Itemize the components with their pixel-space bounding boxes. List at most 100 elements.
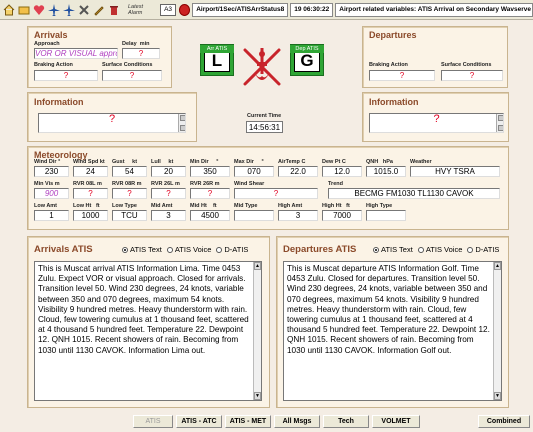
- arr-atis-text-radio[interactable]: ATIS Text: [122, 245, 162, 254]
- delay-label-text: Delay: [122, 41, 137, 47]
- low-type-field[interactable]: TCU: [112, 210, 147, 221]
- dep-atis-text-label: ATIS Text: [381, 245, 413, 254]
- atis-button[interactable]: ATIS: [133, 415, 173, 428]
- low-amt-field[interactable]: 1: [34, 210, 69, 221]
- dep-braking-field[interactable]: ?: [369, 70, 435, 81]
- wind-shear-field[interactable]: ?: [234, 188, 318, 199]
- wind-shear-label: Wind Shear: [234, 181, 265, 187]
- lull-field[interactable]: 20: [151, 166, 186, 177]
- max-dir-field[interactable]: 070: [234, 166, 274, 177]
- arrivals-atis-panel: Arrivals ATIS ATIS Text ATIS Voice D-ATI…: [27, 236, 270, 408]
- info-left-field[interactable]: ?: [38, 113, 186, 133]
- plane-icon[interactable]: [48, 3, 60, 16]
- rvr-26r-label-text: RVR 26R: [190, 181, 214, 187]
- mid-ht-field[interactable]: 4500: [190, 210, 230, 221]
- scroll-up-icon[interactable]: ▲: [254, 262, 261, 270]
- departures-panel: Departures Braking Action Surface Condit…: [362, 26, 508, 88]
- gust-unit: kt: [132, 159, 138, 165]
- air-temp-field[interactable]: 22.0: [278, 166, 318, 177]
- low-amt-label: Low Amt: [34, 203, 58, 209]
- high-type-field[interactable]: [366, 210, 406, 221]
- info-left-scrollbar[interactable]: [178, 114, 185, 132]
- approach-label: Approach: [34, 41, 60, 47]
- gust-field[interactable]: 54: [112, 166, 147, 177]
- arrivals-atis-textbox[interactable]: This is Muscat arrival ATIS Information …: [34, 261, 262, 401]
- arr-datis-radio[interactable]: D-ATIS: [216, 245, 248, 254]
- dep-datis-radio[interactable]: D-ATIS: [467, 245, 499, 254]
- scroll-up-icon[interactable]: ▲: [494, 262, 501, 270]
- arr-atis-mode-group: ATIS Text ATIS Voice D-ATIS: [122, 245, 253, 254]
- departures-atis-text: This is Muscat departure ATIS Informatio…: [287, 264, 490, 355]
- info-right-field[interactable]: ?: [369, 113, 504, 133]
- wind-dir-label-text: Wind Dir: [34, 159, 57, 165]
- current-time-value: 14:56:31: [246, 121, 283, 133]
- trend-field[interactable]: BECMG FM1030 TL1130 CAVOK: [328, 188, 500, 199]
- rvr-08r-field[interactable]: ?: [112, 188, 147, 199]
- folder-icon[interactable]: [18, 4, 30, 16]
- rvr-26l-field[interactable]: ?: [151, 188, 186, 199]
- dew-pt-field[interactable]: 12.0: [322, 166, 362, 177]
- wind-dir-label: Wind Dir °: [34, 159, 60, 165]
- high-amt-field[interactable]: 3: [278, 210, 318, 221]
- all-msgs-button[interactable]: All Msgs: [274, 415, 320, 428]
- dep-atis-label: Dep ATIS: [290, 45, 324, 53]
- rvr-08l-field[interactable]: ?: [73, 188, 108, 199]
- gust-label: Gust kt: [112, 159, 137, 165]
- high-ht-field[interactable]: 7000: [322, 210, 362, 221]
- max-dir-label-text: Max Dir: [234, 159, 254, 165]
- wind-dir-field[interactable]: 230: [34, 166, 69, 177]
- departures-atis-title: Departures ATIS: [283, 244, 357, 255]
- wind-spd-field[interactable]: 24: [73, 166, 108, 177]
- dep-atis-voice-radio[interactable]: ATIS Voice: [417, 245, 462, 254]
- scroll-down-icon[interactable]: ▼: [254, 392, 261, 400]
- pencil-icon[interactable]: [93, 4, 105, 16]
- arr-atis-voice-radio[interactable]: ATIS Voice: [166, 245, 211, 254]
- rvr-26r-field[interactable]: ?: [190, 188, 230, 199]
- home-icon[interactable]: [3, 3, 15, 16]
- dew-pt-label-text: Dew Pt: [322, 159, 341, 165]
- wind-spd-label-text: Wind Spd: [73, 159, 99, 165]
- scroll-down-icon[interactable]: ▼: [494, 392, 501, 400]
- min-dir-field[interactable]: 350: [190, 166, 230, 177]
- qnh-field[interactable]: 1015.0: [366, 166, 406, 177]
- info-right-value: ?: [433, 113, 440, 125]
- arrivals-title: Arrivals: [34, 30, 68, 40]
- arr-atis-label: Arr ATIS: [200, 45, 234, 53]
- dep-surface-field[interactable]: ?: [441, 70, 503, 81]
- surface-field[interactable]: ?: [102, 70, 162, 81]
- delay-field[interactable]: ?: [122, 48, 160, 59]
- combined-button[interactable]: Combined: [478, 415, 530, 428]
- atis-atc-button[interactable]: ATIS - ATC: [176, 415, 222, 428]
- plane-icon[interactable]: [63, 3, 75, 16]
- qnh-label: QNH hPa: [366, 159, 393, 165]
- dep-atis-text-radio[interactable]: ATIS Text: [373, 245, 413, 254]
- min-vis-field[interactable]: 900: [34, 188, 69, 199]
- arrivals-atis-text: This is Muscat arrival ATIS Information …: [38, 264, 249, 355]
- braking-field[interactable]: ?: [34, 70, 98, 81]
- mid-amt-field[interactable]: 3: [151, 210, 186, 221]
- weather-field[interactable]: HVY TSRA: [410, 166, 500, 177]
- latest-alarm-value[interactable]: A3: [160, 3, 177, 16]
- tech-button[interactable]: Tech: [323, 415, 369, 428]
- arrivals-atis-scrollbar[interactable]: ▲ ▼: [253, 262, 261, 400]
- low-ht-field[interactable]: 1000: [73, 210, 108, 221]
- wind-spd-unit: kt: [99, 159, 105, 165]
- volmet-button[interactable]: VOLMET: [372, 415, 420, 428]
- departures-atis-textbox[interactable]: This is Muscat departure ATIS Informatio…: [283, 261, 502, 401]
- low-ht-label: Low Ht ft: [73, 203, 100, 209]
- departures-atis-scrollbar[interactable]: ▲ ▼: [493, 262, 501, 400]
- mid-ht-label-text: Mid Ht: [190, 203, 207, 209]
- departures-atis-panel: Departures ATIS ATIS Text ATIS Voice D-A…: [276, 236, 509, 408]
- departures-title: Departures: [369, 30, 417, 40]
- atis-met-button[interactable]: ATIS - MET: [225, 415, 271, 428]
- trash-icon[interactable]: [108, 4, 120, 16]
- info-right-scrollbar[interactable]: [496, 114, 503, 132]
- alarm-bell-icon[interactable]: [179, 3, 191, 16]
- approach-field[interactable]: VOR OR VISUAL approach: [34, 48, 118, 59]
- radio-selected-icon: [373, 246, 379, 253]
- mid-amt-label: Mid Amt: [151, 203, 173, 209]
- mid-ht-unit: ft: [212, 203, 217, 209]
- heart-icon[interactable]: [33, 4, 45, 16]
- mid-type-field[interactable]: [234, 210, 274, 221]
- tools-icon[interactable]: [78, 4, 90, 16]
